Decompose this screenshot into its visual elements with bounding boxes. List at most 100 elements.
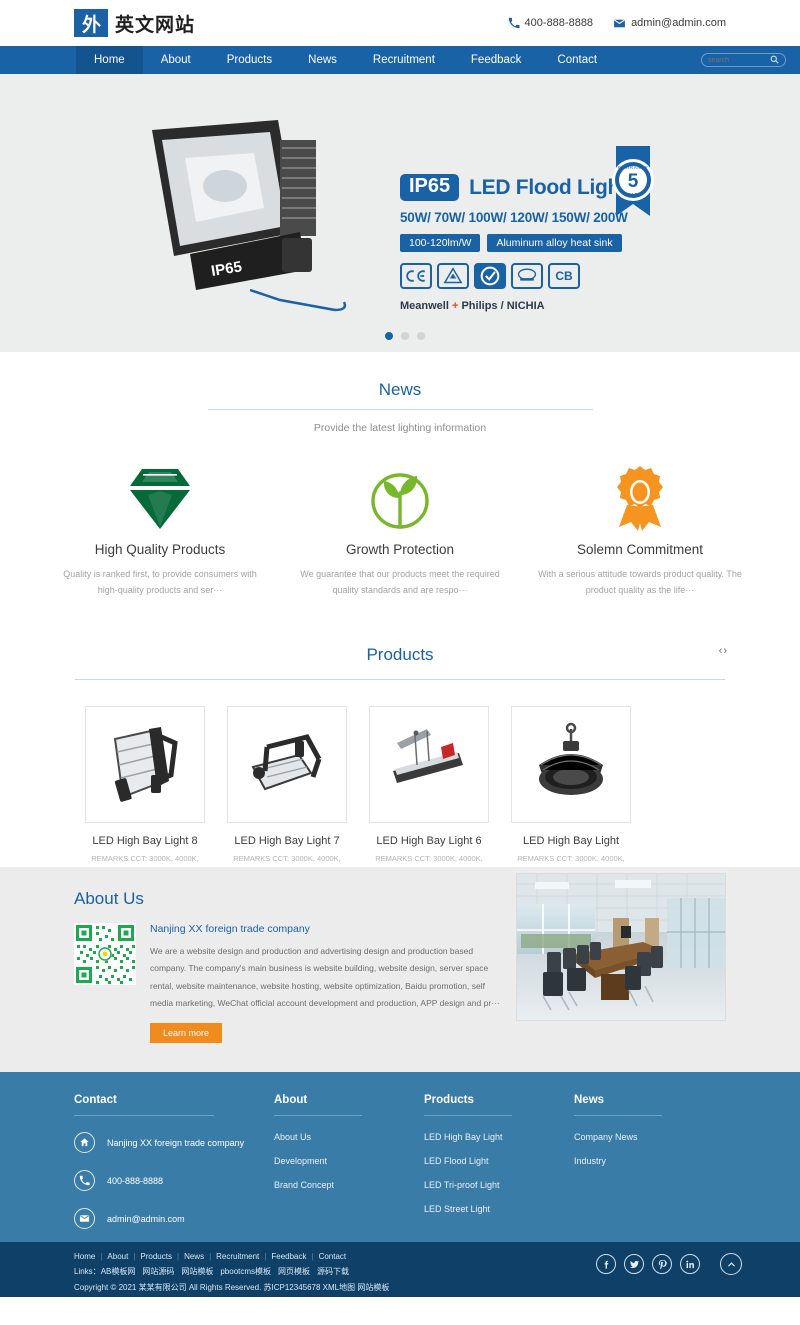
footer-link-flood-light[interactable]: LED Flood Light (424, 1156, 574, 1166)
footer-nav-home[interactable]: Home (74, 1252, 95, 1261)
linkedin-icon[interactable] (680, 1254, 700, 1274)
learn-more-button[interactable]: Learn more (150, 1022, 223, 1043)
sprout-icon (292, 462, 508, 534)
footer-link-street-light[interactable]: LED Street Light (424, 1204, 574, 1214)
svg-text:5: 5 (628, 171, 639, 192)
footer-column-title: News (574, 1094, 605, 1106)
flood-light-module-icon (227, 706, 347, 823)
nav-item-products[interactable]: Products (209, 46, 290, 74)
component-brands: Meanwell + Philips / NICHIA (400, 300, 690, 312)
about-text-block: Nanjing XX foreign trade company We are … (150, 923, 505, 1043)
friendly-link-3[interactable]: 网站模板 (181, 1267, 213, 1276)
nav-item-contact[interactable]: Contact (539, 46, 615, 74)
footer-column-news: News Company News Industry (574, 1094, 724, 1242)
site-logo[interactable]: 外 英文网站 (74, 9, 195, 37)
nav-item-about[interactable]: About (143, 46, 209, 74)
svg-text:YEARS: YEARS (624, 192, 642, 197)
social-links (596, 1254, 700, 1274)
flood-light-hero-image: IP65 (130, 114, 390, 314)
footer-link-development[interactable]: Development (274, 1156, 424, 1166)
friendly-link-5[interactable]: 网页模板 (278, 1267, 310, 1276)
friendly-link-6[interactable]: 源码下载 (317, 1267, 349, 1276)
chevron-up-icon[interactable] (720, 1253, 742, 1275)
brand-meanwell: Meanwell (400, 300, 449, 312)
footer-link-brand-concept[interactable]: Brand Concept (274, 1180, 424, 1190)
nav-item-feedback[interactable]: Feedback (453, 46, 540, 74)
friendly-link-1[interactable]: AB模板网 (101, 1267, 136, 1276)
slider-dot-3[interactable] (417, 332, 425, 340)
footer-nav-news[interactable]: News (184, 1252, 204, 1261)
footer-rule (424, 1115, 512, 1116)
header-email[interactable]: admin@admin.com (613, 17, 726, 30)
twitter-icon[interactable] (624, 1254, 644, 1274)
footer-nav-feedback[interactable]: Feedback (271, 1252, 306, 1261)
slider-dot-2[interactable] (401, 332, 409, 340)
cb-cert-icon: CB (548, 263, 580, 289)
spec-tag-lumens: 100-120lm/W (400, 234, 481, 252)
brand-plus: + (451, 300, 459, 312)
product-card[interactable]: LED High Bay Light 7 REMARKS CCT: 3000K,… (227, 706, 347, 890)
search-icon[interactable] (770, 51, 779, 69)
slider-dot-1[interactable] (385, 332, 393, 340)
footer-column-title: Products (424, 1094, 474, 1106)
footer-column-about: About About Us Development Brand Concept (274, 1094, 424, 1242)
friendly-link-4[interactable]: pbootcms模板 (220, 1267, 271, 1276)
feature-name: Growth Protection (345, 542, 455, 557)
footer-link-industry[interactable]: Industry (574, 1156, 724, 1166)
feature-card-growth[interactable]: Growth Protection We guarantee that our … (280, 462, 520, 599)
footer-rule (574, 1115, 662, 1116)
products-next-button[interactable]: › (723, 645, 728, 657)
footer-nav-recruitment[interactable]: Recruitment (216, 1252, 259, 1261)
footer-contact-company: Nanjing XX foreign trade company (74, 1132, 274, 1153)
footer-nav-about[interactable]: About (107, 1252, 128, 1261)
friendly-link-2[interactable]: 网站源码 (142, 1267, 174, 1276)
header-contact-info: 400-888-8888 admin@admin.com (508, 17, 726, 30)
linear-high-bay-icon (369, 706, 489, 823)
news-title: News (378, 380, 422, 399)
footer-contact-phone[interactable]: 400-888-8888 (74, 1170, 274, 1191)
products-title: Products (366, 645, 434, 664)
banner-title: LED Flood Light (469, 175, 627, 199)
footer-link-company-news[interactable]: Company News (574, 1132, 724, 1142)
news-title-rule (207, 409, 593, 410)
nav-item-recruitment[interactable]: Recruitment (355, 46, 453, 74)
pinterest-icon[interactable] (652, 1254, 672, 1274)
feature-card-quality[interactable]: High Quality Products Quality is ranked … (40, 462, 280, 599)
footer-contact-text: Nanjing XX foreign trade company (107, 1137, 245, 1148)
header-phone-text: 400-888-8888 (524, 17, 594, 29)
ip-rating-badge: IP65 (400, 174, 460, 201)
about-section: About Us Nanjing XX foreign trade compan… (0, 867, 800, 1072)
medal-icon (532, 462, 748, 534)
footer-contact-email[interactable]: admin@admin.com (74, 1208, 274, 1229)
search-box[interactable] (701, 53, 786, 67)
header-phone[interactable]: 400-888-8888 (508, 17, 594, 29)
footer-rule (74, 1115, 214, 1116)
footer-link-high-bay[interactable]: LED High Bay Light (424, 1132, 574, 1142)
nav-item-home[interactable]: Home (76, 46, 143, 74)
hero-banner: IP65 5 WARRANTY YEARS IP65 LED Flood Lig… (0, 74, 800, 352)
footer-nav-contact[interactable]: Contact (319, 1252, 347, 1261)
footer-contact-text: admin@admin.com (107, 1213, 185, 1224)
footer-link-about-us[interactable]: About Us (274, 1132, 424, 1142)
banner-slider-dots (385, 332, 425, 340)
diamond-icon (52, 462, 268, 534)
certification-badges: CB (400, 263, 690, 289)
flood-light-panel-icon (85, 706, 205, 823)
products-carousel-arrows[interactable]: ‹› (719, 645, 728, 657)
svg-text:WARRANTY: WARRANTY (618, 165, 648, 170)
site-footer: Contact Nanjing XX foreign trade company… (0, 1072, 800, 1242)
facebook-icon[interactable] (596, 1254, 616, 1274)
feature-card-commitment[interactable]: Solemn Commitment With a serious attitud… (520, 462, 760, 599)
product-card[interactable]: LED High Bay Light REMARKS CCT: 3000K, 4… (511, 706, 631, 890)
search-input[interactable] (708, 56, 770, 64)
product-name: LED High Bay Light 8 (92, 835, 198, 847)
about-description: We are a website design and production a… (150, 946, 500, 1009)
product-card[interactable]: LED High Bay Light 8 REMARKS CCT: 3000K,… (85, 706, 205, 890)
links-label: Links： (74, 1267, 101, 1276)
footer-nav-products[interactable]: Products (140, 1252, 172, 1261)
footer-column-title: Contact (74, 1094, 117, 1106)
product-card[interactable]: LED High Bay Light 6 REMARKS CCT: 3000K,… (369, 706, 489, 890)
ctick-cert-icon (474, 263, 506, 289)
footer-link-triproof-light[interactable]: LED Tri-proof Light (424, 1180, 574, 1190)
nav-item-news[interactable]: News (290, 46, 355, 74)
